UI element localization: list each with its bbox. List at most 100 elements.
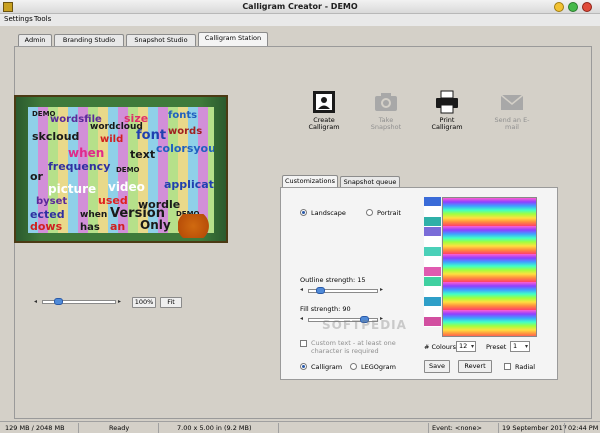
title-bar: Calligram Creator - DEMO xyxy=(0,0,600,14)
cloud-word: byset xyxy=(36,196,68,207)
palette-swatch[interactable] xyxy=(424,307,441,317)
cloud-word: wild xyxy=(100,134,124,145)
time-status: 02:44 PM xyxy=(564,423,600,433)
zoom-left-arrow-icon[interactable]: ◂ xyxy=(34,298,37,305)
cloud-word: ected xyxy=(30,208,65,221)
close-button[interactable] xyxy=(582,2,592,12)
camera-icon xyxy=(375,93,397,111)
create-calligram-button[interactable]: Create Calligram xyxy=(306,90,342,131)
revert-button[interactable]: Revert xyxy=(458,360,492,373)
landscape-radio[interactable] xyxy=(300,209,307,216)
minimize-button[interactable] xyxy=(554,2,564,12)
colour-gradient-preview xyxy=(442,197,537,337)
cloud-word: colorsyou xyxy=(156,142,214,155)
palette-swatch[interactable] xyxy=(424,227,441,237)
fill-strength-label: Fill strength: 90 xyxy=(300,305,351,313)
palette-swatch[interactable] xyxy=(424,297,441,307)
outline-left-arrow-icon[interactable]: ◂ xyxy=(300,286,303,293)
ready-status: Ready xyxy=(78,423,158,433)
mascot-image xyxy=(178,214,216,238)
cloud-word: picture xyxy=(48,182,97,196)
cloud-word: font xyxy=(136,128,167,143)
take-snapshot-button[interactable]: Take Snapshot xyxy=(368,90,404,131)
tab-snapshot-studio[interactable]: Snapshot Studio xyxy=(126,34,196,46)
preset-spinner[interactable]: 1 xyxy=(510,341,530,352)
calligram-radio[interactable] xyxy=(300,363,307,370)
fill-left-arrow-icon[interactable]: ◂ xyxy=(300,315,303,322)
save-button[interactable]: Save xyxy=(424,360,450,373)
palette-swatch[interactable] xyxy=(424,267,441,277)
legogram-radio[interactable] xyxy=(350,363,357,370)
menu-bar: Settings Tools xyxy=(0,14,600,26)
custom-text-label: Custom text - at least one character is … xyxy=(311,339,396,355)
window-title: Calligram Creator - DEMO xyxy=(242,2,358,11)
cloud-word: used xyxy=(98,194,128,207)
palette-swatch[interactable] xyxy=(424,237,441,247)
legogram-label: LEGOgram xyxy=(361,363,396,371)
custom-text-checkbox[interactable] xyxy=(300,340,307,347)
cloud-word: words xyxy=(168,126,203,137)
send-email-label: Send an E-mail xyxy=(494,116,530,131)
cloud-word: applicati xyxy=(164,178,214,191)
tab-customizations[interactable]: Customizations xyxy=(282,175,338,187)
radial-checkbox[interactable] xyxy=(504,363,511,370)
cloud-word: dows xyxy=(30,220,63,233)
preset-label: Preset xyxy=(486,343,507,351)
create-calligram-label: Create Calligram xyxy=(308,116,340,131)
cloud-word: when xyxy=(68,146,105,160)
tab-branding-studio[interactable]: Branding Studio xyxy=(54,34,124,46)
palette-swatch[interactable] xyxy=(424,277,441,287)
cloud-word: when xyxy=(80,210,108,220)
outline-slider-thumb[interactable] xyxy=(316,287,325,294)
cloud-word: wordcloud xyxy=(90,122,143,132)
radial-label: Radial xyxy=(515,363,536,371)
cloud-word: frequency xyxy=(48,160,111,173)
cloud-word: an xyxy=(110,220,126,233)
printer-icon xyxy=(436,90,458,114)
palette-swatch[interactable] xyxy=(424,197,441,207)
cloud-word: skcloud xyxy=(32,130,80,143)
zoom-right-arrow-icon[interactable]: ▸ xyxy=(118,298,121,305)
tab-calligram-station[interactable]: Calligram Station xyxy=(198,32,268,46)
print-calligram-label: Print Calligram xyxy=(431,116,463,131)
send-email-button[interactable]: Send an E-mail xyxy=(494,90,530,131)
menu-settings[interactable]: Settings xyxy=(4,15,33,23)
fit-button[interactable]: Fit xyxy=(160,297,182,308)
outline-strength-label: Outline strength: 15 xyxy=(300,276,366,284)
cloud-word: has xyxy=(80,222,100,233)
colours-label: # Colours xyxy=(424,343,456,351)
event-status: Event: <none> xyxy=(428,423,498,433)
tab-admin[interactable]: Admin xyxy=(18,34,52,46)
portrait-frame-icon xyxy=(313,91,335,113)
portrait-radio[interactable] xyxy=(366,209,373,216)
palette-swatch[interactable] xyxy=(424,247,441,257)
cloud-word: fonts xyxy=(168,110,198,121)
landscape-label: Landscape xyxy=(311,209,346,217)
cloud-word: or xyxy=(30,170,43,183)
colour-palette[interactable] xyxy=(424,197,441,337)
palette-swatch[interactable] xyxy=(424,217,441,227)
outline-right-arrow-icon[interactable]: ▸ xyxy=(380,286,383,293)
cloud-word: text xyxy=(130,148,156,161)
cloud-word: video xyxy=(108,180,145,194)
take-snapshot-label: Take Snapshot xyxy=(370,116,402,131)
palette-swatch[interactable] xyxy=(424,287,441,297)
portrait-label: Portrait xyxy=(377,209,401,217)
zoom-100-button[interactable]: 100% xyxy=(132,297,156,308)
palette-swatch[interactable] xyxy=(424,317,441,327)
colours-spinner[interactable]: 12 xyxy=(456,341,476,352)
zoom-slider-thumb[interactable] xyxy=(54,298,63,305)
print-calligram-button[interactable]: Print Calligram xyxy=(429,90,465,131)
tab-snapshot-queue[interactable]: Snapshot queue xyxy=(340,176,400,187)
softpedia-watermark: SOFTPEDIA xyxy=(322,318,407,332)
cloud-word: DEMO xyxy=(116,166,140,174)
calligram-label: Calligram xyxy=(311,363,343,371)
palette-swatch[interactable] xyxy=(424,207,441,217)
calligram-preview-frame: DEMO wordsfile size fonts wordcloud skcl… xyxy=(14,95,228,243)
dimensions-status: 7.00 x 5.00 in (9.2 MB) xyxy=(158,423,278,433)
envelope-icon xyxy=(500,94,524,110)
menu-tools[interactable]: Tools xyxy=(34,15,51,23)
palette-swatch[interactable] xyxy=(424,257,441,267)
maximize-button[interactable] xyxy=(568,2,578,12)
memory-status: 129 MB / 2048 MB xyxy=(5,424,65,432)
